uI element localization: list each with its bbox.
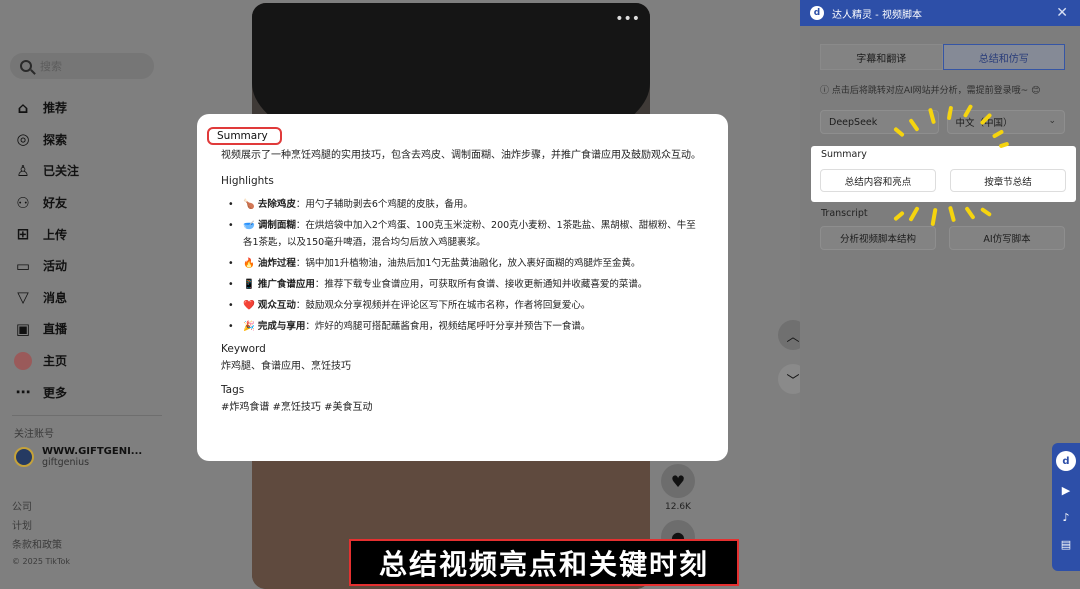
highlights-heading: Highlights [221,175,274,187]
highlights-list: 🍗去除鸡皮：用勺子辅助剥去6个鸡腿的皮肤，备用。 🥣调制面糊：在烘焙袋中加入2个… [221,196,704,335]
copyright: © 2025 TikTok [12,557,70,566]
chevron-down-icon: ﹀ [786,373,800,389]
list-item: 🔥油炸过程：锅中加1升植物油，油热后加1勺无盐黄油融化，放入裹好面糊的鸡腿炸至金… [221,255,704,272]
extension-panel: d 达人精灵 - 视频脚本 ✕ 字幕和翻译 总结和仿写 ⓘ 点击后将跳转对应AI… [800,0,1080,589]
summary-card: Summary 视频展示了一种烹饪鸡腿的实用技巧，包含去鸡皮、调制面糊、油炸步骤… [197,114,728,461]
login-notice: ⓘ 点击后将跳转对应AI网站并分析，需提前登录哦~ 😊 [820,86,1041,96]
tags-text: #炸鸡食谱 #烹饪技巧 #美食互动 [221,402,373,413]
more-icon: ⋯ [15,383,31,402]
summary-heading: Summary [207,127,282,145]
heart-icon: ♥ [670,471,686,491]
panel-tabs: 字幕和翻译 总结和仿写 [820,44,1065,70]
summarize-highlights-button[interactable]: 总结内容和亮点 [820,169,936,192]
bowl-icon: 🥣 [243,220,255,231]
sidebar-item-more[interactable]: ⋯ 更多 [14,376,79,408]
messages-icon: ▽ [17,288,29,307]
sidebar-footer: 公司 计划 条款和政策 © 2025 TikTok [12,498,70,569]
sidebar-item-profile[interactable]: 主页 [14,345,79,377]
fire-icon: 🔥 [243,258,255,269]
summary-text: 视频展示了一种烹饪鸡腿的实用技巧，包含去鸡皮、调制面糊、油炸步骤，并推广食谱应用… [221,150,701,161]
search-placeholder: 搜索 [40,60,62,73]
video-icon[interactable]: ▶ [1058,482,1074,498]
account-avatar [14,447,34,467]
friends-icon: ⚇ [16,193,30,212]
footer-link-company[interactable]: 公司 [12,498,70,517]
followed-account[interactable]: WWW.GIFTGENI... giftgenius [14,446,142,468]
summary-section: Summary 总结内容和亮点 按章节总结 [811,146,1076,202]
more-options-icon[interactable]: ••• [615,11,640,27]
list-item: ❤️观众互动：鼓励观众分享视频并在评论区写下所在城市名称，作者将回复爱心。 [221,297,704,314]
home-icon: ⌂ [17,98,29,117]
panel-header: d 达人精灵 - 视频脚本 ✕ [800,0,1080,26]
heart-icon: ❤️ [243,300,255,311]
document-icon[interactable]: ▤ [1058,536,1074,552]
model-select[interactable]: DeepSeek [820,110,939,134]
extension-toolbar: d ▶ ♪ ▤ [1052,443,1080,571]
party-icon: 🎉 [243,321,255,332]
upload-icon: ⊞ [16,225,30,244]
chevron-down-icon: ⌄ [1048,116,1056,126]
app-logo-icon: d [810,6,824,20]
tab-subtitles[interactable]: 字幕和翻译 [820,44,943,70]
model-selectors: DeepSeek 中文（中国）⌄ [820,110,1065,134]
list-item: 📱推广食谱应用：推荐下载专业食谱应用，可获取所有食谱、接收更新通知并收藏喜爱的菜… [221,276,704,293]
following-icon: ♙ [16,161,30,180]
tags-heading: Tags [221,384,245,396]
keyword-text: 炸鸡腿、食谱应用、烹饪技巧 [221,361,351,372]
chapter-summary-button[interactable]: 按章节总结 [950,169,1066,192]
compass-icon: ◎ [16,130,30,149]
panel-title: 达人精灵 - 视频脚本 [832,9,922,21]
phone-icon: 📱 [243,279,255,290]
footer-link-program[interactable]: 计划 [12,517,70,536]
summary-section-label: Summary [821,149,867,160]
sidebar-item-upload[interactable]: ⊞ 上传 [14,218,79,250]
search-input[interactable]: 搜索 [10,53,154,79]
activity-icon: ▭ [15,256,31,275]
list-item: 🍗去除鸡皮：用勺子辅助剥去6个鸡腿的皮肤，备用。 [221,196,704,213]
footer-link-terms[interactable]: 条款和政策 [12,536,70,555]
ai-rewrite-button[interactable]: AI仿写脚本 [949,226,1065,250]
sidebar-divider [12,415,162,416]
following-accounts-title: 关注账号 [14,429,54,440]
close-icon[interactable]: ✕ [1056,5,1068,21]
sidebar-item-activity[interactable]: ▭ 活动 [14,250,79,282]
analyze-script-button[interactable]: 分析视频脚本结构 [820,226,936,250]
transcript-label: Transcript [821,208,868,219]
list-item: 🥣调制面糊：在烘焙袋中加入2个鸡蛋、100克玉米淀粉、200克小麦粉、1茶匙盐、… [221,217,704,251]
sidebar-item-friends[interactable]: ⚇ 好友 [14,187,79,219]
profile-avatar [14,351,32,370]
drumstick-icon: 🍗 [243,199,255,210]
sidebar-item-live[interactable]: ▣ 直播 [14,313,79,345]
like-button[interactable]: ♥ [661,464,695,498]
chevron-up-icon: ︿ [786,329,800,345]
sidebar-item-messages[interactable]: ▽ 消息 [14,282,79,314]
list-item: 🎉完成与享用：炸好的鸡腿可搭配蘸酱食用，视频结尾呼吁分享并预告下一食谱。 [221,318,704,335]
music-icon[interactable]: ♪ [1058,509,1074,525]
live-icon: ▣ [15,319,31,338]
sidebar-item-following[interactable]: ♙ 已关注 [14,155,79,187]
app-logo-icon[interactable]: d [1056,451,1076,471]
sidebar-nav: ⌂ 推荐 ◎ 探索 ♙ 已关注 ⚇ 好友 ⊞ 上传 ▭ 活动 ▽ 消息 ▣ 直播 主页 ⋯ 更多 [14,92,79,408]
search-icon [20,60,32,72]
account-name: WWW.GIFTGENI... [42,446,143,457]
tiktok-sidebar: 搜索 ⌂ 推荐 ◎ 探索 ♙ 已关注 ⚇ 好友 ⊞ 上传 ▭ 活动 ▽ 消息 ▣ 直播 主页 ⋯… [0,0,175,589]
sidebar-item-explore[interactable]: ◎ 探索 [14,124,79,156]
sidebar-item-recommend[interactable]: ⌂ 推荐 [14,92,79,124]
tab-summary[interactable]: 总结和仿写 [942,44,1065,70]
like-count: 12.6K [665,502,691,512]
caption-banner: 总结视频亮点和关键时刻 [349,539,739,586]
keyword-heading: Keyword [221,343,266,355]
account-handle: giftgenius [42,457,90,468]
